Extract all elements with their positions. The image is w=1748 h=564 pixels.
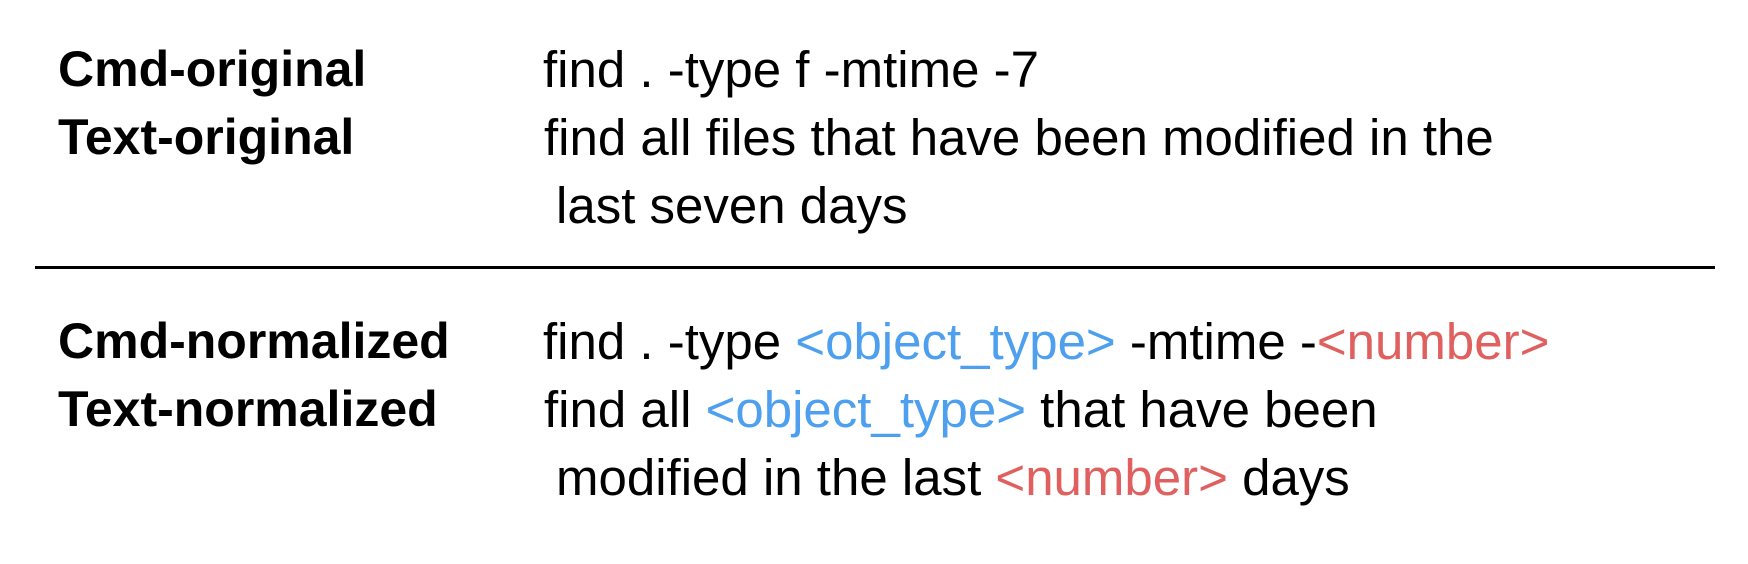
cmd-normalized-label: Cmd-normalized (58, 313, 450, 369)
cmd-original-value: find . -type f -mtime -7 (543, 41, 1039, 98)
text-original-line1: find all files that have been modified i… (544, 109, 1494, 166)
text-normalized-text: that have been (1026, 381, 1378, 438)
cmd-normalized-text: -mtime - (1115, 313, 1317, 370)
number-placeholder: <number> (1316, 313, 1550, 370)
text-normalized-line1: find all <object_type> that have been (544, 384, 1378, 435)
object-type-placeholder: <object_type> (795, 313, 1116, 370)
text-normalized-text: modified in the last (556, 449, 996, 506)
cmd-original-label: Cmd-original (58, 41, 367, 97)
text-original-label: Text-original (58, 109, 355, 165)
section-divider (35, 266, 1715, 269)
text-normalized-label: Text-normalized (58, 381, 438, 437)
text-original-line2: last seven days (556, 177, 908, 234)
cmd-normalized-value: find . -type <object_type> -mtime -<numb… (543, 316, 1549, 367)
text-normalized-line2: modified in the last <number> days (556, 452, 1350, 503)
object-type-placeholder: <object_type> (705, 381, 1027, 438)
number-placeholder: <number> (995, 449, 1228, 506)
text-normalized-text: find all (544, 381, 706, 438)
text-normalized-text: days (1227, 449, 1350, 506)
cmd-normalized-text: find . -type (543, 313, 796, 370)
